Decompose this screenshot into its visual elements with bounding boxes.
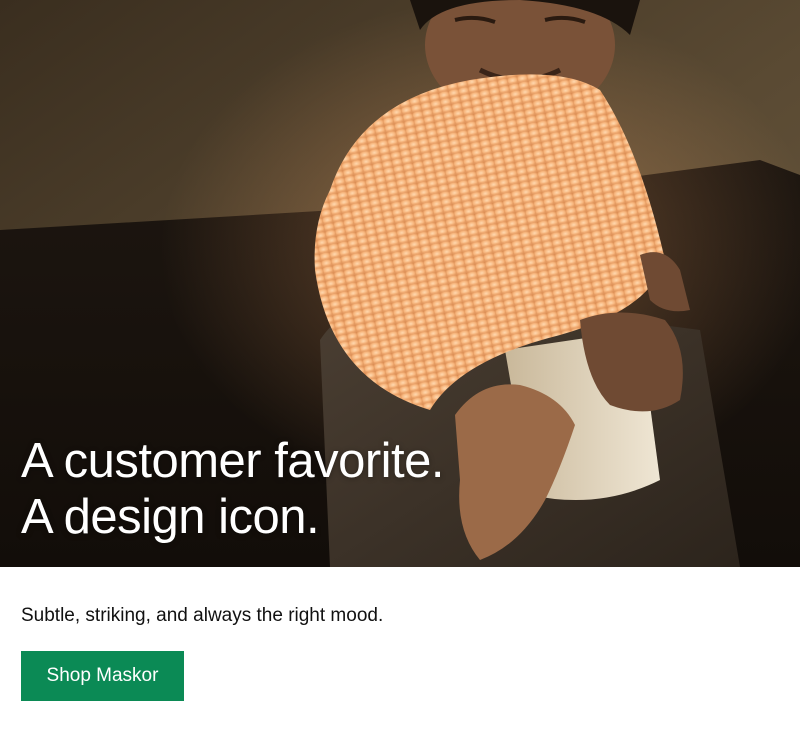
- shop-maskor-button[interactable]: Shop Maskor: [21, 651, 184, 701]
- hero-headline-line-1: A customer favorite.: [21, 434, 445, 488]
- promo-page: A customer favorite. A design icon. Subt…: [0, 0, 800, 755]
- hero-banner: A customer favorite. A design icon.: [0, 0, 800, 567]
- hero-headline-line-2: A design icon.: [21, 490, 320, 544]
- promo-description: Subtle, striking, and always the right m…: [21, 605, 384, 626]
- hero-headline: A customer favorite. A design icon.: [21, 433, 445, 545]
